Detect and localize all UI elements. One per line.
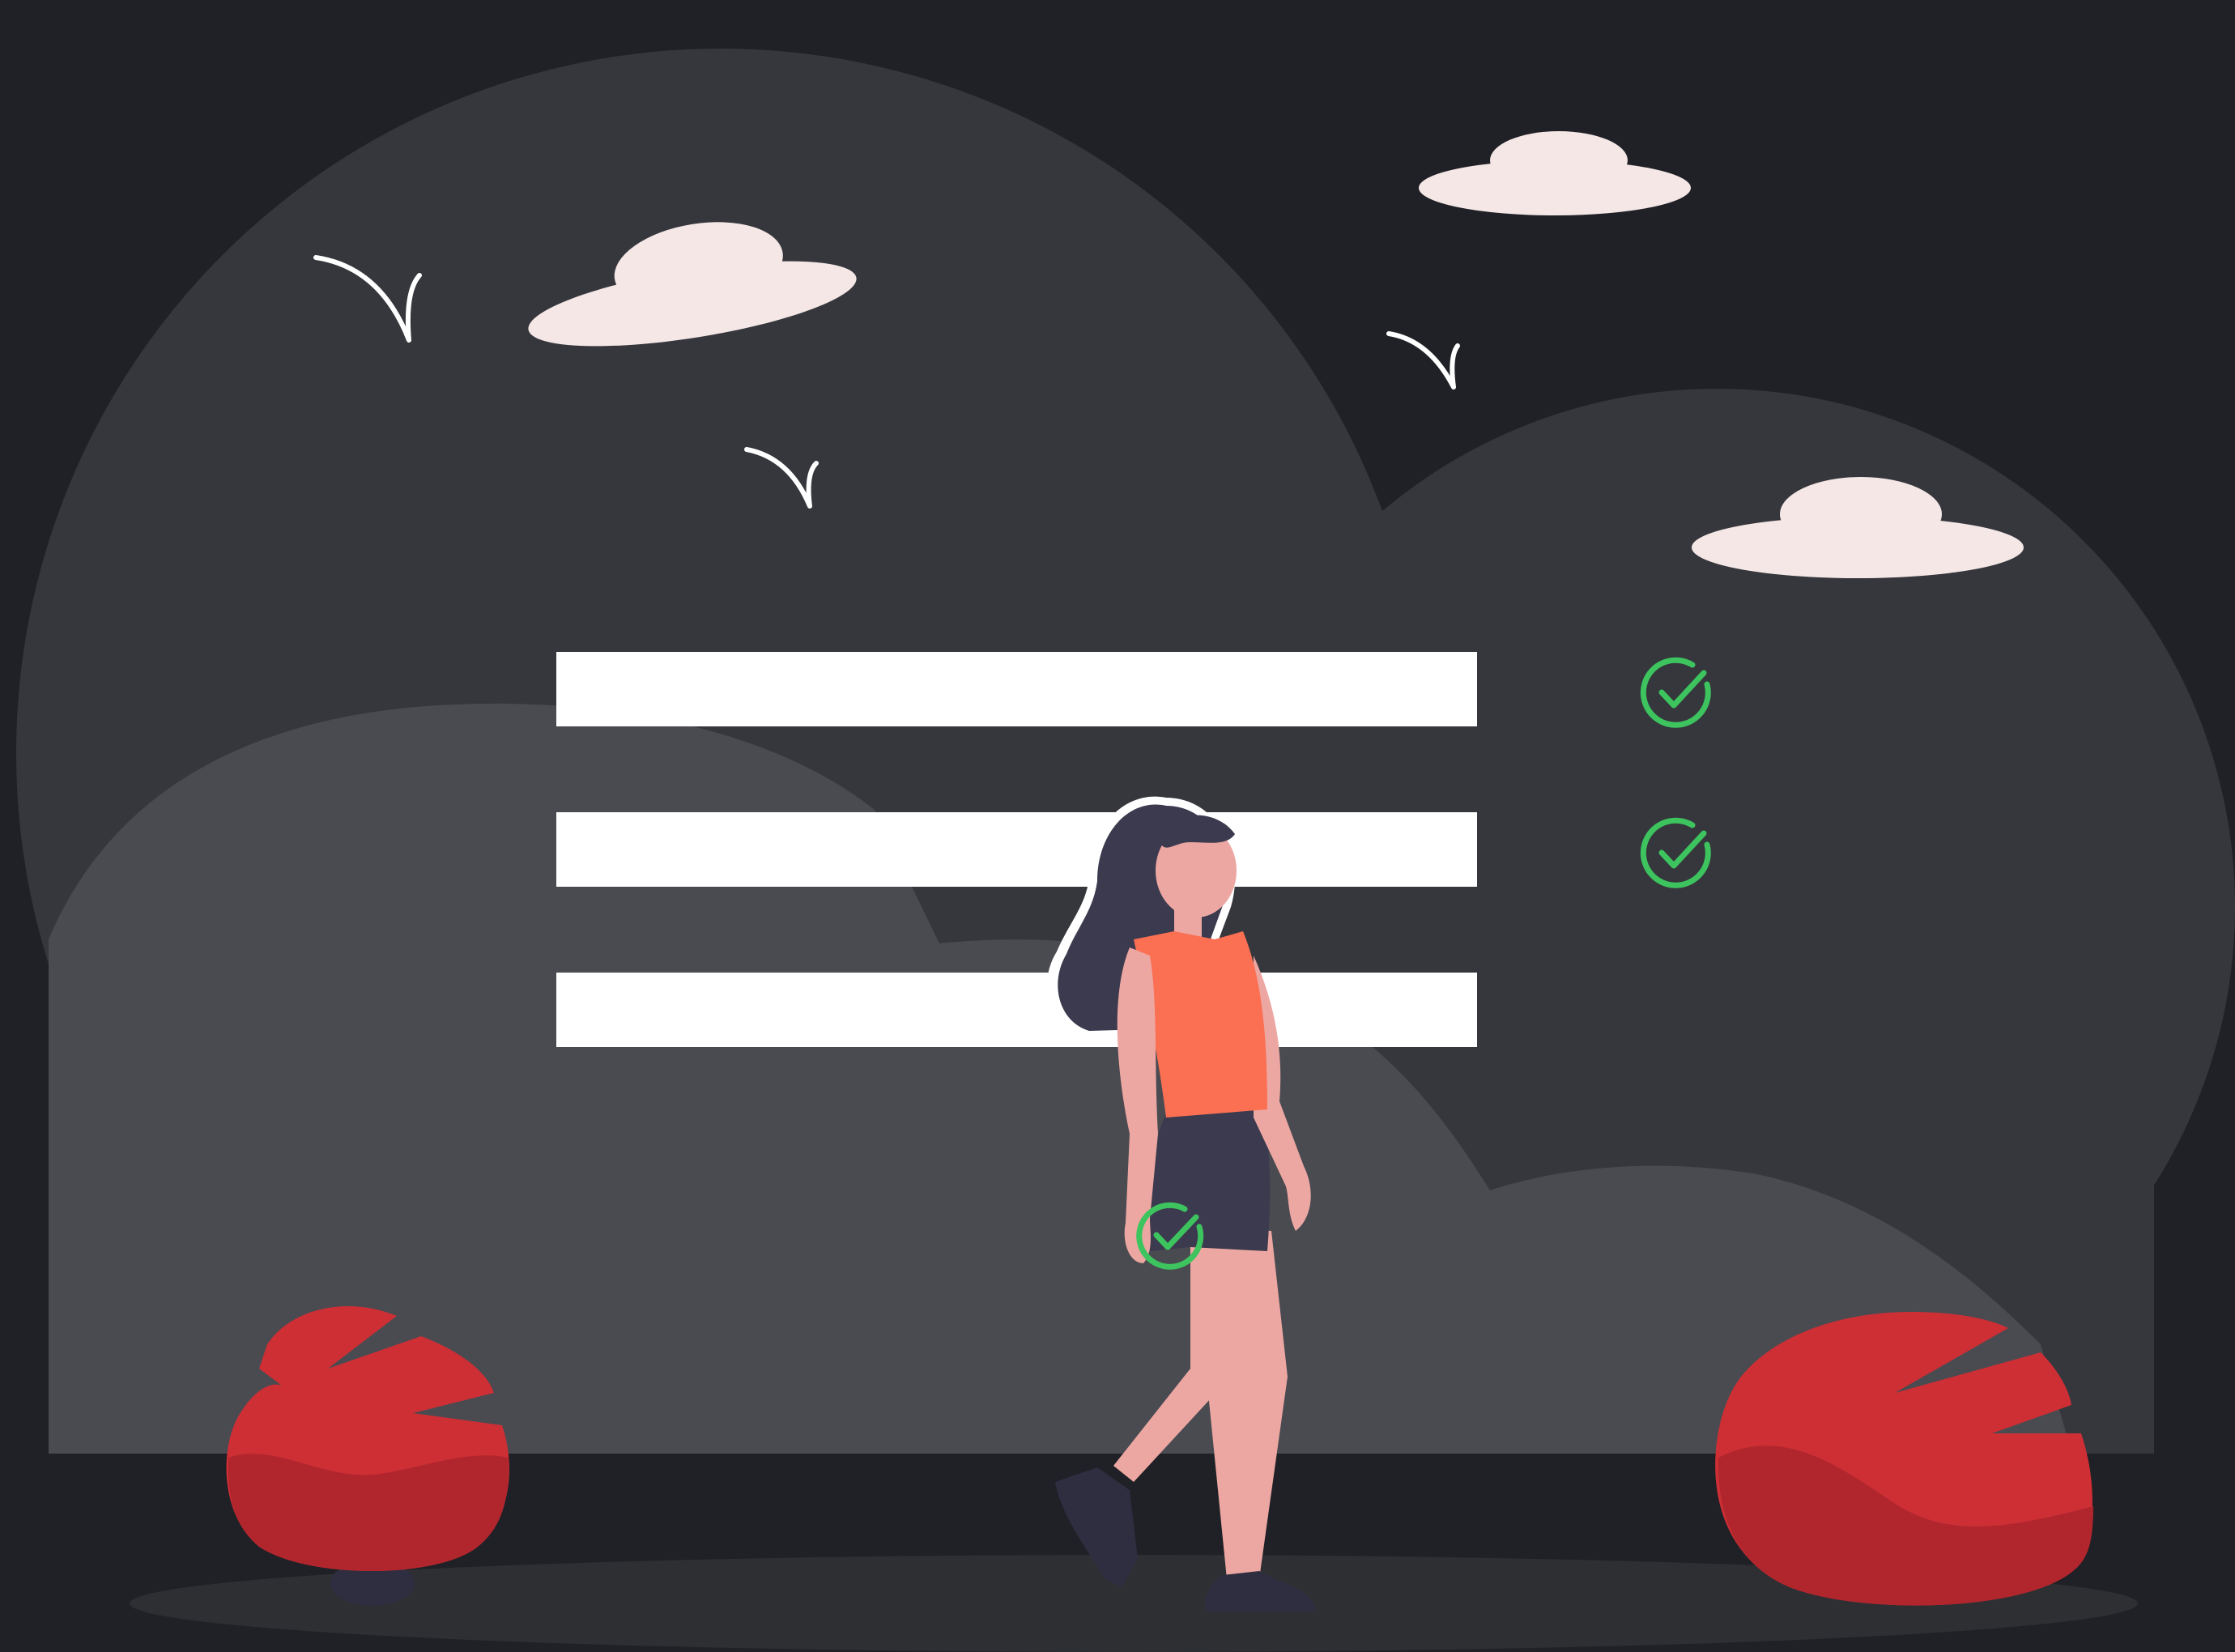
form-field (556, 812, 1477, 887)
form-field (556, 973, 1477, 1047)
bush-right (1715, 1312, 2093, 1606)
illustration-scene (0, 0, 2235, 1652)
form-fields (556, 652, 1477, 1047)
form-field (556, 652, 1477, 726)
